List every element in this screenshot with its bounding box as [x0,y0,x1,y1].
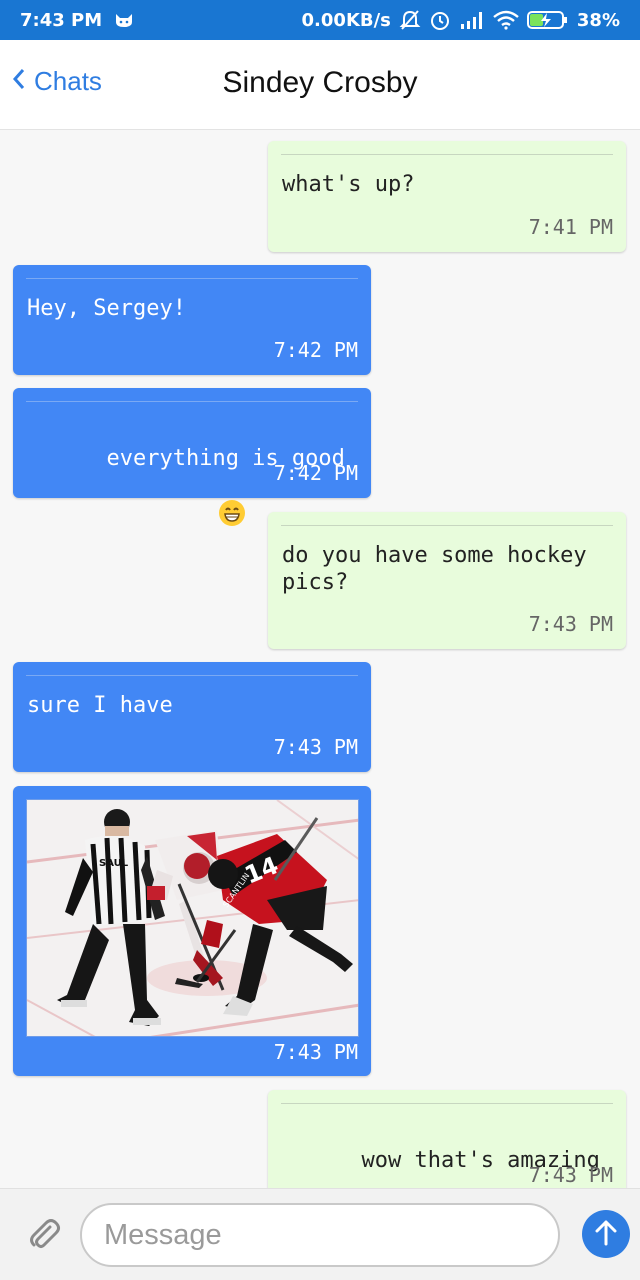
message-bubble-incoming[interactable]: sure I have 7:43 PM [13,662,371,772]
cat-icon [114,12,134,28]
bubble-divider [26,278,358,279]
message-text: what's up? [282,172,415,197]
network-speed: 0.00KB/s [301,9,391,31]
heart-eyes-icon [367,1174,501,1188]
status-bar: 7:43 PM 0.00KB/s 38% [0,0,640,40]
message-bubble-outgoing[interactable]: what's up? 7:41 PM [268,141,626,252]
hockey-faceoff-photo[interactable]: SAUL 14 SCANTLIN [26,799,359,1037]
bubble-divider [26,675,358,676]
message-text: do you have some hockey pics? [282,543,587,595]
message-text: sure I have [27,693,173,718]
message-input[interactable] [80,1203,560,1267]
composer-bar [0,1188,640,1280]
arrow-up-icon [593,1218,619,1251]
message-bubble-incoming[interactable]: Hey, Sergey! 7:42 PM [13,265,371,375]
bell-off-icon [399,9,421,31]
wifi-icon [493,10,519,30]
message-bubble-outgoing[interactable]: wow that's amazing 7:43 PM [268,1090,626,1188]
message-time: 7:43 PM [273,735,358,759]
signal-icon [459,10,485,30]
message-time: 7:43 PM [528,612,613,636]
message-time: 7:42 PM [273,338,358,362]
message-time: 7:42 PM [273,461,358,485]
page-title: Sindey Crosby [222,66,418,99]
status-time: 7:43 PM [20,9,103,31]
battery-charging-icon [526,9,569,31]
message-bubble-incoming-photo[interactable]: SAUL 14 SCANTLIN 7:43 PM [13,786,371,1076]
bubble-divider [281,525,613,526]
message-bubble-incoming[interactable]: everything is good 7:42 PM [13,388,371,526]
bubble-divider [26,401,358,402]
message-list[interactable]: what's up? 7:41 PM Hey, Sergey! 7:42 PM … [0,130,640,1188]
message-time: 7:43 PM [528,1163,613,1187]
chat-header: Chats Sindey Crosby [0,40,640,130]
referee-name-text: SAUL [99,858,129,869]
message-text: Hey, Sergey! [27,296,186,321]
send-button[interactable] [582,1210,630,1258]
message-time: 7:41 PM [528,215,613,239]
message-bubble-outgoing[interactable]: do you have some hockey pics? 7:43 PM [268,512,626,649]
message-time: 7:43 PM [273,1040,358,1064]
bubble-divider [281,1103,613,1104]
grinning-face-icon [112,472,246,561]
battery-percent: 38% [576,9,620,31]
bubble-divider [281,154,613,155]
alarm-icon [429,9,451,31]
paperclip-icon[interactable] [26,1217,62,1258]
